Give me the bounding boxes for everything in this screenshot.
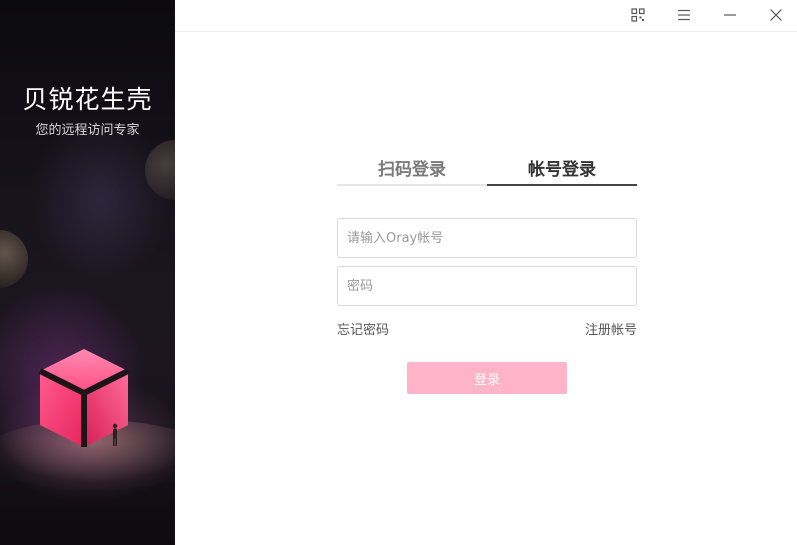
login-button[interactable]: 登录 xyxy=(407,362,567,394)
register-account-link[interactable]: 注册帐号 xyxy=(585,319,637,338)
title-bar-divider xyxy=(175,31,797,32)
planet-decoration xyxy=(145,140,175,200)
minimize-icon xyxy=(724,14,736,16)
tab-qrcode-login[interactable]: 扫码登录 xyxy=(337,155,487,186)
qrcode-button[interactable] xyxy=(627,4,649,26)
brand-title: 贝锐花生壳 xyxy=(22,85,153,114)
tab-account-login[interactable]: 帐号登录 xyxy=(487,155,637,186)
minimize-button[interactable] xyxy=(719,4,741,26)
brand-slogan: 您的远程访问专家 xyxy=(35,123,140,138)
account-input[interactable] xyxy=(337,218,637,258)
menu-icon xyxy=(678,9,690,21)
person-silhouette-icon xyxy=(112,423,118,446)
planet-decoration xyxy=(0,230,28,288)
close-icon xyxy=(770,9,782,21)
qrcode-icon xyxy=(631,8,645,22)
menu-button[interactable] xyxy=(673,4,695,26)
password-input[interactable] xyxy=(337,266,637,306)
forgot-password-link[interactable]: 忘记密码 xyxy=(337,319,389,338)
close-button[interactable] xyxy=(765,4,787,26)
brand-panel: 贝锐花生壳 您的远程访问专家 xyxy=(0,0,175,545)
